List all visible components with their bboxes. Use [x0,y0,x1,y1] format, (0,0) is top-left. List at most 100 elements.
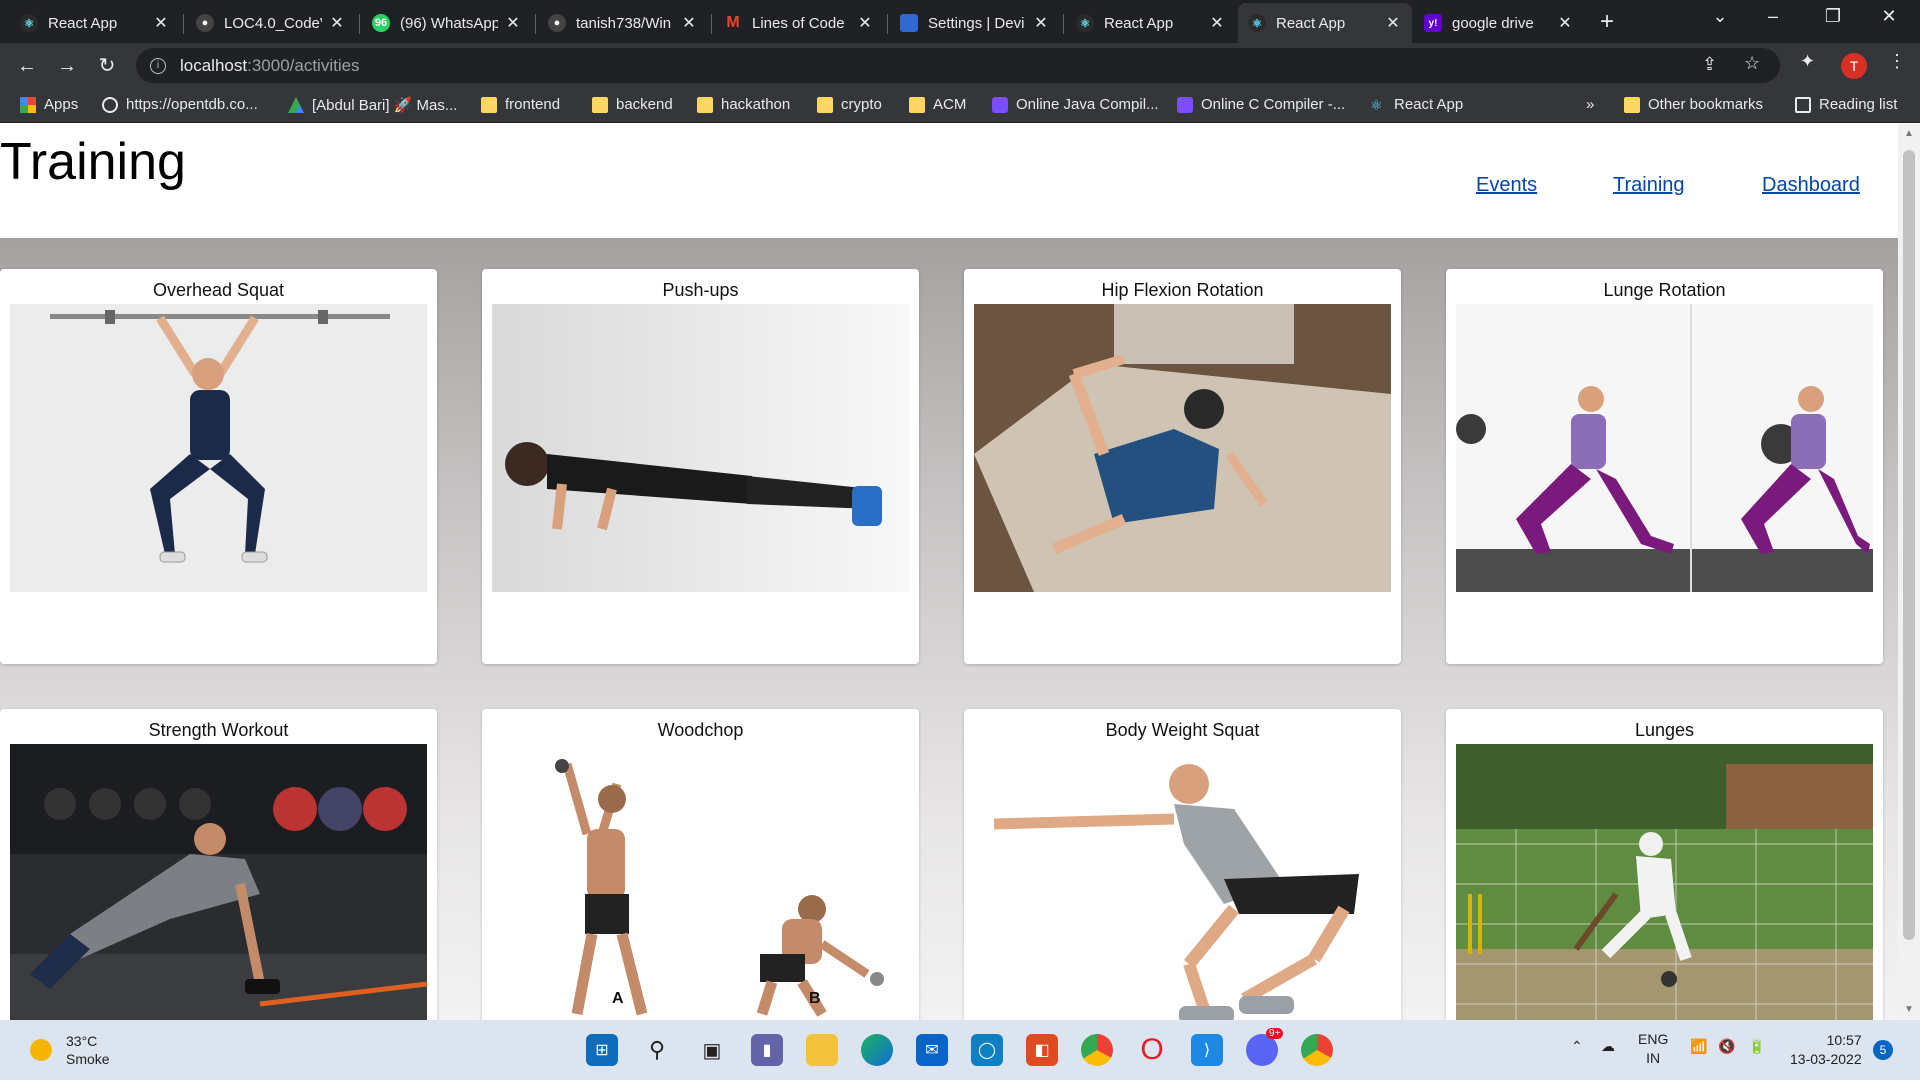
bookmark-react-app[interactable]: ⚛ React App [1370,96,1463,113]
reading-list[interactable]: Reading list [1795,96,1897,113]
activity-card[interactable]: Body Weight Squat [964,709,1401,1020]
browser-tab-active[interactable]: ⚛ React App ✕ [1238,3,1412,43]
close-icon[interactable]: ✕ [328,13,346,33]
card-image [974,744,1391,1020]
close-icon[interactable]: ✕ [152,13,170,33]
bookmark-apps[interactable]: Apps [20,96,78,113]
speaker-muted-icon[interactable]: 🔇 [1718,1038,1735,1055]
page-scrollbar[interactable]: ▲ ▼ [1898,124,1920,1020]
more-bookmarks-button[interactable]: » [1586,96,1594,113]
dell-icon[interactable]: ◯ [971,1034,1003,1066]
nav-link-events[interactable]: Events [1476,174,1537,197]
forward-arrow-icon[interactable]: → [52,51,82,81]
address-bar[interactable]: i localhost:3000/activities ⇪ ☆ [136,48,1780,83]
browser-tab[interactable]: 96 (96) WhatsApp ✕ [362,3,532,43]
office-icon[interactable]: ◧ [1026,1034,1058,1066]
start-windows-icon[interactable]: ⊞ [586,1034,618,1066]
vscode-icon[interactable]: ⟩ [1191,1034,1223,1066]
bookmark-online-c-compiler[interactable]: Online C Compiler -... [1177,96,1345,113]
reload-icon[interactable]: ↻ [92,51,122,81]
close-icon[interactable]: ✕ [856,13,874,33]
weather-description: Smoke [66,1051,110,1067]
bookmarks-bar: Apps https://opentdb.co... [Abdul Bari] … [0,88,1920,123]
tab-search-icon[interactable]: ⌄ [1697,6,1743,27]
bookmark-folder-hackathon[interactable]: hackathon [697,96,790,113]
edge-icon[interactable] [861,1034,893,1066]
minimize-button[interactable]: – [1750,6,1796,27]
url-path: :3000/activities [247,55,360,75]
card-title: Woodchop [657,720,744,740]
menu-icon[interactable]: ⋮ [1888,51,1906,72]
mail-icon[interactable]: ✉ [916,1034,948,1066]
scroll-thumb[interactable] [1903,150,1915,940]
share-icon[interactable]: ⇪ [1702,54,1717,75]
bookmark-opentdb[interactable]: https://opentdb.co... [102,96,258,113]
profile-avatar[interactable]: T [1841,53,1867,79]
extensions-icon[interactable]: ✦ [1800,51,1815,72]
chrome-icon[interactable] [1081,1034,1113,1066]
restore-button[interactable]: ❐ [1810,6,1856,27]
bookmark-folder-crypto[interactable]: crypto [817,96,882,113]
language-indicator[interactable]: ENG IN [1638,1030,1668,1068]
tab-title: tanish738/Win [576,14,672,32]
bookmark-label: React App [1394,96,1464,113]
react-icon: ⚛ [1076,14,1094,32]
close-icon[interactable]: ✕ [1032,13,1050,33]
activity-card[interactable]: Lunges [1446,709,1883,1020]
browser-tab[interactable]: M Lines of Code ✕ [714,3,884,43]
opera-icon[interactable]: O [1136,1033,1168,1066]
new-tab-button[interactable]: + [1600,8,1614,36]
nav-link-training[interactable]: Training [1613,174,1685,197]
weather-widget[interactable]: 33°C Smoke [30,1032,110,1068]
close-icon[interactable]: ✕ [1384,13,1402,33]
notification-count-badge[interactable]: 5 [1873,1040,1893,1060]
clock[interactable]: 10:57 13-03-2022 [1790,1031,1862,1069]
discord-icon[interactable]: 9+ [1246,1028,1284,1066]
chrome-active-icon[interactable] [1301,1034,1333,1066]
star-icon[interactable]: ☆ [1744,53,1760,74]
bookmark-label: crypto [841,96,882,113]
close-window-button[interactable]: ✕ [1866,6,1912,27]
info-icon[interactable]: i [150,57,166,74]
bookmark-abdul-bari[interactable]: [Abdul Bari] 🚀 Mas... [288,96,457,114]
page-viewport: Training Events Training Dashboard Overh… [0,124,1898,1020]
bookmark-folder-backend[interactable]: backend [592,96,673,113]
activity-card[interactable]: Lunge Rotation [1446,269,1883,664]
bookmark-label: Reading list [1819,96,1898,113]
close-icon[interactable]: ✕ [680,13,698,33]
activity-card[interactable]: Strength Workout [0,709,437,1020]
activity-card[interactable]: Push-ups [482,269,919,664]
activity-card[interactable]: Hip Flexion Rotation [964,269,1401,664]
browser-tab[interactable]: y! google drive ✕ [1414,3,1584,43]
file-explorer-icon[interactable] [806,1034,838,1066]
browser-tab[interactable]: ⚛ React App ✕ [10,3,180,43]
search-icon[interactable]: ⚲ [641,1034,673,1066]
browser-tab[interactable]: ⚛ React App ✕ [1066,3,1236,43]
browser-tab[interactable]: ● LOC4.0_CodeV ✕ [186,3,356,43]
card-title: Hip Flexion Rotation [1101,280,1264,300]
teams-chat-icon[interactable]: ▮ [751,1034,783,1066]
show-hidden-icons-chevron-icon[interactable]: ⌃ [1571,1038,1583,1055]
bookmark-label: https://opentdb.co... [126,96,258,113]
github-icon: ● [196,14,214,32]
close-icon[interactable]: ✕ [1208,13,1226,33]
bookmark-folder-acm[interactable]: ACM [909,96,966,113]
browser-tab[interactable]: ● tanish738/Win ✕ [538,3,708,43]
battery-icon[interactable]: 🔋 [1748,1038,1765,1055]
other-bookmarks[interactable]: Other bookmarks [1624,96,1763,113]
nav-link-dashboard[interactable]: Dashboard [1762,174,1860,197]
task-view-icon[interactable]: ▣ [696,1034,728,1066]
close-icon[interactable]: ✕ [504,13,522,33]
activity-card[interactable]: Woodchop A B [482,709,919,1020]
wifi-icon[interactable]: 📶 [1690,1038,1707,1055]
close-icon[interactable]: ✕ [1556,13,1574,33]
scroll-up-arrow-icon[interactable]: ▲ [1904,128,1914,139]
activity-card[interactable]: Overhead Squat [0,269,437,664]
onedrive-cloud-icon[interactable]: ☁ [1601,1038,1615,1055]
bookmark-folder-frontend[interactable]: frontend [481,96,560,113]
bookmark-online-java-compiler[interactable]: Online Java Compil... [992,96,1159,113]
scroll-down-arrow-icon[interactable]: ▼ [1904,1004,1914,1015]
browser-tab[interactable]: Settings | Devi ✕ [890,3,1060,43]
back-arrow-icon[interactable]: ← [12,51,42,81]
figure-label-a: A [612,990,624,1007]
